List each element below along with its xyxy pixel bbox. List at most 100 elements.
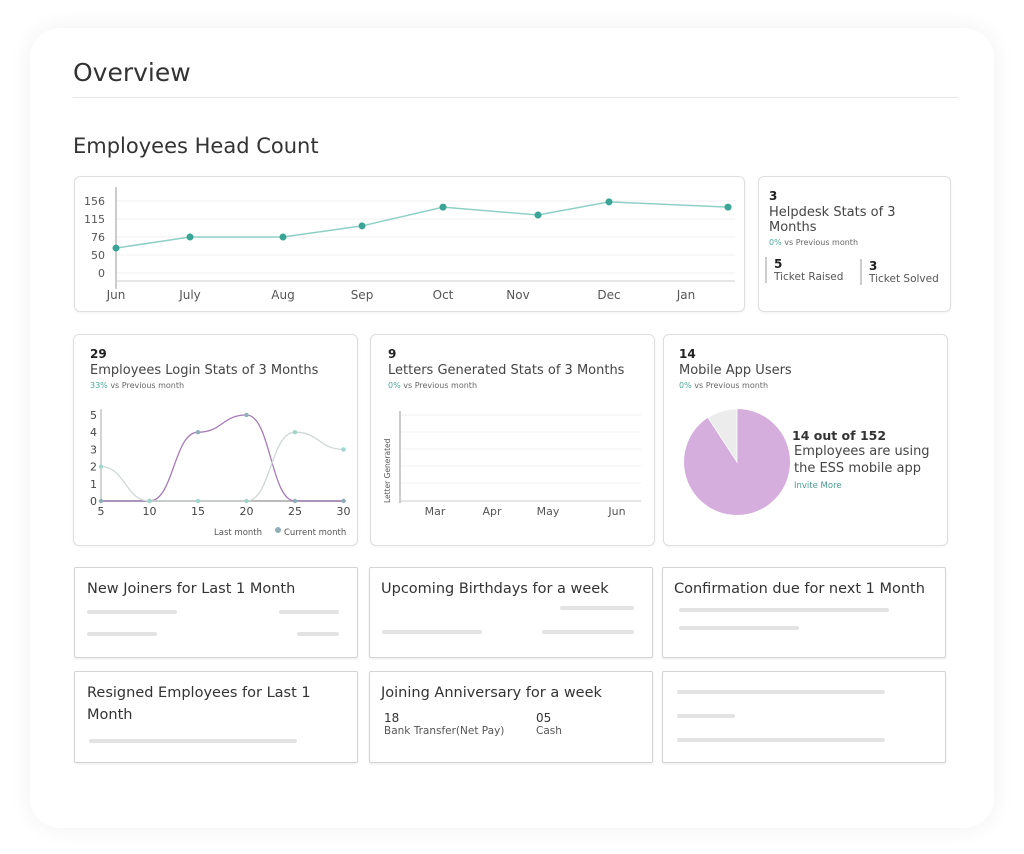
placeholder-line bbox=[677, 690, 885, 694]
x-tick-label: July bbox=[178, 288, 201, 302]
x-tick-label: 30 bbox=[337, 505, 351, 518]
data-point bbox=[292, 498, 298, 504]
placeholder-line bbox=[87, 610, 177, 614]
x-tick-label: May bbox=[537, 505, 560, 518]
x-tick-label: Sep bbox=[351, 288, 374, 302]
ticket-raised: 5 Ticket Raised bbox=[765, 257, 843, 283]
mobile-change: 0% vs Previous month bbox=[679, 381, 769, 390]
anniversary-title: Joining Anniversary for a week bbox=[381, 685, 602, 701]
y-tick-label: 4 bbox=[90, 426, 97, 439]
letters-card[interactable]: 9 Letters Generated Stats of 3 Months 0%… bbox=[370, 334, 655, 546]
x-tick-label: Mar bbox=[425, 505, 446, 518]
placeholder-line bbox=[677, 714, 735, 718]
placeholder-line bbox=[89, 739, 297, 743]
x-tick-label: Oct bbox=[433, 288, 454, 302]
new-joiners-title: New Joiners for Last 1 Month bbox=[87, 581, 296, 597]
x-tick-label: 15 bbox=[191, 505, 205, 518]
helpdesk-title: Helpdesk Stats of 3 Months bbox=[769, 205, 896, 235]
anniversary-card[interactable]: Joining Anniversary for a week 18 Bank T… bbox=[369, 671, 653, 763]
placeholder-line bbox=[542, 630, 634, 634]
y-tick-label: 76 bbox=[91, 231, 105, 244]
data-point bbox=[98, 464, 104, 469]
confirmation-card[interactable]: Confirmation due for next 1 Month bbox=[662, 567, 946, 658]
data-point bbox=[358, 222, 366, 230]
mobile-title: Mobile App Users bbox=[679, 363, 792, 378]
y-tick-label: 156 bbox=[84, 195, 105, 208]
letters-chart: Letter Generated Mar Apr May Jun bbox=[383, 411, 641, 518]
helpdesk-change: 0% vs Previous month bbox=[769, 238, 859, 247]
invite-more-link[interactable]: Invite More bbox=[794, 481, 930, 491]
data-point bbox=[98, 498, 104, 504]
x-tick-label: Apr bbox=[482, 505, 502, 518]
headcount-chart: 0 50 76 115 156 Jun July Aug Sep Oct Nov Dec Jan bbox=[84, 187, 735, 302]
data-point bbox=[112, 244, 120, 252]
mobile-summary: 14 out of 152 Employees are using the ES… bbox=[792, 428, 930, 491]
resigned-card[interactable]: Resigned Employees for Last 1 Month bbox=[74, 671, 358, 763]
x-tick-label: 20 bbox=[240, 505, 254, 518]
data-point bbox=[341, 498, 346, 504]
data-point bbox=[195, 498, 201, 504]
placeholder-line bbox=[297, 632, 339, 636]
data-point bbox=[195, 430, 201, 435]
placeholder-line bbox=[382, 630, 482, 634]
data-point bbox=[341, 447, 346, 452]
x-tick-label: 10 bbox=[143, 505, 157, 518]
data-point bbox=[147, 498, 152, 504]
x-tick-label: Dec bbox=[597, 288, 620, 302]
y-tick-label: 0 bbox=[90, 495, 97, 508]
x-tick-label: Jun bbox=[607, 505, 625, 518]
series-line-0 bbox=[101, 414, 344, 502]
y-tick-label: 50 bbox=[91, 249, 105, 262]
data-point bbox=[534, 211, 542, 219]
birthdays-card[interactable]: Upcoming Birthdays for a week bbox=[369, 567, 653, 658]
y-tick-label: 115 bbox=[84, 213, 105, 226]
helpdesk-card[interactable]: 3 Helpdesk Stats of 3 Months 0% vs Previ… bbox=[758, 176, 951, 312]
data-point bbox=[244, 498, 249, 504]
y-tick-label: 1 bbox=[90, 478, 97, 491]
data-point bbox=[724, 203, 732, 211]
divider bbox=[73, 97, 958, 98]
y-tick-label: 0 bbox=[98, 267, 105, 280]
data-point bbox=[279, 233, 287, 241]
mobile-pie-chart bbox=[684, 408, 790, 515]
data-point bbox=[244, 412, 249, 418]
x-tick-label: Jun bbox=[106, 288, 126, 302]
legend-last-month: Last month bbox=[214, 528, 262, 538]
login-chart: 0 1 2 3 4 5 5 10 15 20 25 30 Last month Current month bbox=[90, 409, 351, 538]
x-tick-label: Nov bbox=[506, 288, 529, 302]
bank-transfer-stat: 18 Bank Transfer(Net Pay) bbox=[384, 711, 505, 737]
page-title: Overview bbox=[73, 58, 191, 87]
x-tick-label: 25 bbox=[288, 505, 302, 518]
placeholder-line bbox=[679, 626, 799, 630]
ticket-solved: 3 Ticket Solved bbox=[860, 259, 939, 285]
x-tick-label: Aug bbox=[271, 288, 294, 302]
x-tick-label: 5 bbox=[98, 505, 105, 518]
y-tick-label: 5 bbox=[90, 409, 97, 422]
resigned-title: Resigned Employees for Last 1 Month bbox=[87, 685, 311, 723]
x-tick-label: Jan bbox=[676, 288, 696, 302]
y-tick-label: 3 bbox=[90, 443, 97, 456]
y-axis-label: Letter Generated bbox=[383, 438, 392, 503]
data-point bbox=[439, 203, 447, 211]
headcount-chart-card: 0 50 76 115 156 Jun July Aug Sep Oct Nov Dec Jan bbox=[74, 176, 745, 312]
mobile-users-card[interactable]: 14 Mobile App Users 0% vs Previous month… bbox=[663, 334, 948, 546]
confirmation-title: Confirmation due for next 1 Month bbox=[674, 581, 925, 597]
placeholder-line bbox=[560, 606, 634, 610]
legend-marker bbox=[275, 527, 281, 533]
placeholder-line bbox=[679, 608, 889, 612]
data-point bbox=[186, 233, 194, 241]
mobile-count: 14 bbox=[679, 347, 696, 361]
placeholder-line bbox=[677, 738, 885, 742]
placeholder-line bbox=[279, 610, 339, 614]
new-joiners-card[interactable]: New Joiners for Last 1 Month bbox=[74, 567, 358, 658]
section-title: Employees Head Count bbox=[73, 134, 319, 158]
data-point bbox=[292, 430, 298, 435]
data-point bbox=[605, 198, 613, 206]
login-stats-card[interactable]: 29 Employees Login Stats of 3 Months 33%… bbox=[73, 334, 358, 546]
placeholder-card bbox=[662, 671, 946, 763]
placeholder-line bbox=[87, 632, 157, 636]
birthdays-title: Upcoming Birthdays for a week bbox=[381, 581, 609, 597]
helpdesk-count: 3 bbox=[769, 189, 778, 203]
y-tick-label: 2 bbox=[90, 461, 97, 474]
legend-current-month: Current month bbox=[284, 528, 346, 538]
